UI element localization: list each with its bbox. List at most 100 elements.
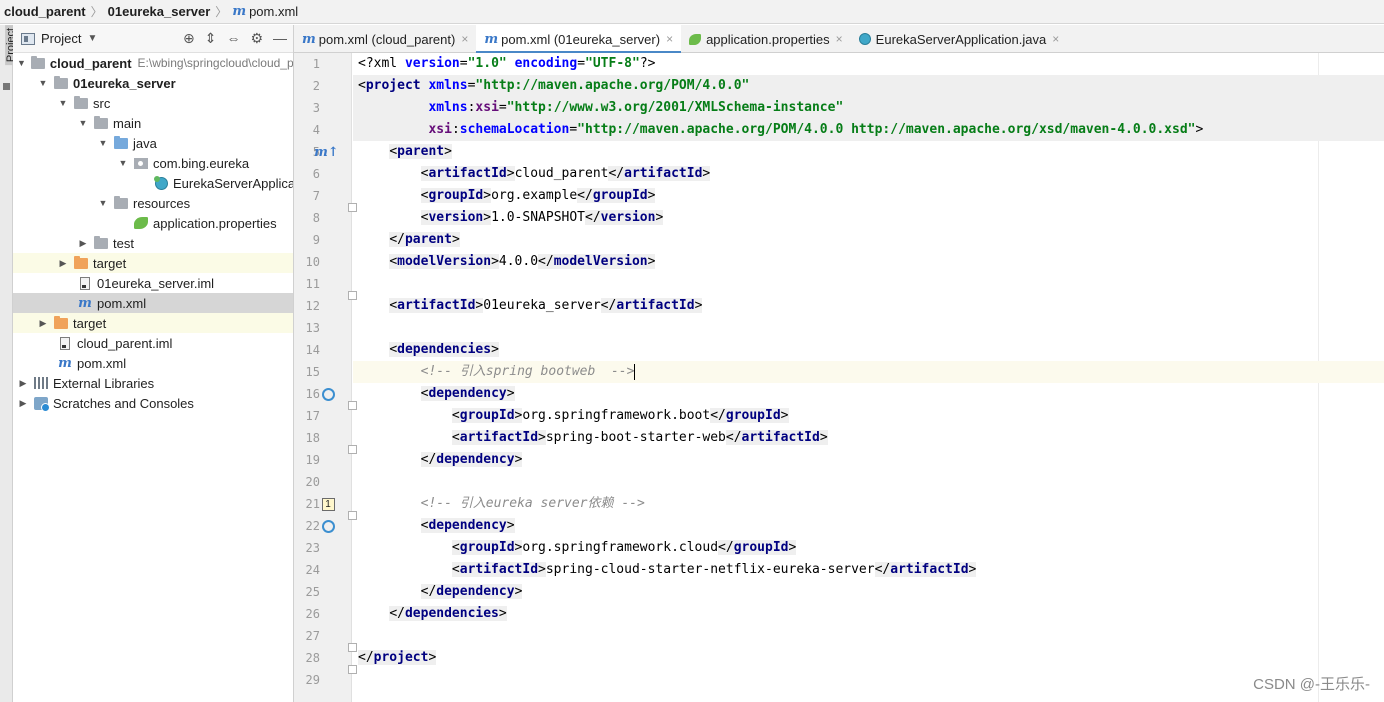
- line-number: 12: [305, 299, 320, 313]
- tab-eureka-server-application[interactable]: EurekaServerApplication.java ×: [851, 25, 1068, 53]
- code-line: <groupId>org.springframework.cloud</grou…: [451, 540, 797, 555]
- tree-node-src[interactable]: ▼ src: [13, 93, 293, 113]
- folder-icon: [53, 75, 69, 90]
- chevron-right-icon[interactable]: ▶: [37, 318, 49, 329]
- code-line: </project>: [358, 650, 437, 665]
- editor-tabs: m pom.xml (cloud_parent) × m pom.xml (01…: [294, 25, 1384, 54]
- tree-node-main[interactable]: ▼ main: [13, 113, 293, 133]
- package-icon: [133, 156, 149, 170]
- maven-icon: m: [484, 31, 499, 47]
- dependency-icon[interactable]: [318, 385, 338, 403]
- locate-icon[interactable]: ⊕: [183, 30, 195, 47]
- editor-gutter: 1 2 3 4 5 6 7 8 9 10 11 12 13 14 15 16 17 18 19 20 21 22 23 24 2…: [294, 53, 357, 702]
- scratches-icon: [33, 396, 50, 412]
- code-line: <!-- 引入eureka server依赖 -->: [420, 496, 645, 511]
- chevron-right-icon[interactable]: ▶: [77, 238, 89, 249]
- line-number: 20: [305, 475, 320, 489]
- hide-icon[interactable]: —: [273, 30, 287, 47]
- tree-node-target-root[interactable]: ▶ target: [13, 313, 293, 333]
- excluded-folder-icon: [53, 315, 69, 330]
- line-number: 23: [305, 541, 320, 555]
- tree-node-scratches[interactable]: ▶ Scratches and Consoles: [13, 393, 293, 413]
- code-line: <dependency>: [420, 518, 515, 533]
- chevron-down-icon[interactable]: ▼: [97, 198, 109, 208]
- tree-node-external-libraries[interactable]: ▶ External Libraries: [13, 373, 293, 393]
- maven-icon: m: [58, 355, 72, 371]
- structure-icon[interactable]: [3, 83, 10, 90]
- libraries-icon: [33, 376, 49, 390]
- line-number: 27: [305, 629, 320, 643]
- project-icon: [21, 32, 35, 45]
- tree-node-module-iml[interactable]: 01eureka_server.iml: [13, 273, 293, 293]
- chevron-down-icon[interactable]: ▼: [57, 98, 69, 108]
- override-parent-icon[interactable]: m↑: [314, 143, 339, 161]
- code-line: <groupId>org.example</groupId>: [420, 188, 656, 203]
- tab-pom-cloud-parent[interactable]: m pom.xml (cloud_parent) ×: [294, 25, 476, 53]
- tree-node-eureka-server-application[interactable]: EurekaServerApplication: [13, 173, 293, 193]
- tree-node-module-pom[interactable]: m pom.xml: [13, 293, 293, 313]
- line-number: 8: [312, 211, 320, 225]
- tab-application-properties[interactable]: application.properties ×: [681, 25, 851, 53]
- project-view-selector[interactable]: Project: [41, 31, 81, 46]
- code-lines[interactable]: <?xml version="1.0" encoding="UTF-8"?> <…: [353, 53, 1384, 691]
- tree-node-application-properties[interactable]: application.properties: [13, 213, 293, 233]
- close-icon[interactable]: ×: [836, 32, 843, 46]
- chevron-down-icon[interactable]: ▼: [17, 58, 26, 68]
- code-line: <artifactId>spring-cloud-starter-netflix…: [451, 562, 977, 577]
- line-number: 25: [305, 585, 320, 599]
- tab-pom-01eureka-server[interactable]: m pom.xml (01eureka_server) ×: [476, 25, 682, 54]
- project-panel-header: Project ▼ ⊕ ⇕ ⇔ ⚙ —: [13, 25, 293, 53]
- chevron-right-icon[interactable]: ▶: [57, 258, 69, 269]
- breadcrumb-file[interactable]: m pom.xml: [232, 4, 298, 19]
- breadcrumb-module[interactable]: 01eureka_server 〉: [108, 3, 233, 20]
- tree-node-java[interactable]: ▼ java: [13, 133, 293, 153]
- chevron-right-icon[interactable]: ▶: [17, 378, 29, 389]
- line-number: 29: [305, 673, 320, 687]
- project-tree: ▼ cloud_parent E:\wbing\springcloud\cloud…: [13, 53, 293, 413]
- expand-all-icon[interactable]: ⇕: [205, 30, 217, 47]
- close-icon[interactable]: ×: [666, 32, 673, 46]
- bookmark-icon[interactable]: 1: [318, 495, 338, 513]
- tree-node-parent-pom[interactable]: m pom.xml: [13, 353, 293, 373]
- excluded-folder-icon: [73, 255, 89, 270]
- chevron-down-icon[interactable]: ▼: [97, 138, 109, 148]
- text-caret: [634, 363, 636, 380]
- chevron-down-icon[interactable]: ▼: [37, 78, 49, 88]
- chevron-down-icon[interactable]: ▼: [77, 118, 89, 128]
- collapse-all-icon[interactable]: ⇔: [226, 30, 240, 47]
- dependency-icon[interactable]: [318, 517, 338, 535]
- tree-node-resources[interactable]: ▼ resources: [13, 193, 293, 213]
- line-number: 11: [305, 277, 320, 291]
- line-number: 18: [305, 431, 320, 445]
- code-line: <modelVersion>4.0.0</modelVersion>: [389, 254, 656, 269]
- close-icon[interactable]: ×: [461, 32, 468, 46]
- chevron-down-icon[interactable]: ▼: [87, 33, 97, 44]
- chevron-right-icon[interactable]: ▶: [17, 398, 29, 409]
- code-line: </dependency>: [420, 452, 523, 467]
- code-line: <dependencies>: [389, 342, 499, 357]
- folder-icon: [93, 115, 109, 130]
- tree-node-test[interactable]: ▶ test: [13, 233, 293, 253]
- tree-node-cloud-parent[interactable]: ▼ cloud_parent E:\wbing\springcloud\cloud…: [13, 53, 293, 73]
- folder-icon: [93, 235, 109, 250]
- line-number: 2: [312, 79, 320, 93]
- tree-node-parent-iml[interactable]: cloud_parent.iml: [13, 333, 293, 353]
- tree-node-package[interactable]: ▼ com.bing.eureka: [13, 153, 293, 173]
- tree-node-01eureka-server[interactable]: ▼ 01eureka_server: [13, 73, 293, 93]
- code-line: <groupId>org.springframework.boot</group…: [451, 408, 789, 423]
- code-editor[interactable]: 1 2 3 4 5 6 7 8 9 10 11 12 13 14 15 16 17 18 19 20 21 22 23 24 2…: [294, 53, 1384, 702]
- code-line: <?xml version="1.0" encoding="UTF-8"?>: [358, 56, 656, 71]
- close-icon[interactable]: ×: [1052, 32, 1059, 46]
- code-line-current: <!-- 引入spring bootweb -->: [353, 361, 1384, 383]
- gear-icon[interactable]: ⚙: [250, 30, 263, 47]
- line-number: 9: [312, 233, 320, 247]
- line-number: 22: [305, 519, 320, 533]
- spring-leaf-icon: [689, 33, 702, 45]
- breadcrumb-project[interactable]: cloud_parent 〉: [4, 3, 108, 20]
- line-number: 6: [312, 167, 320, 181]
- line-number: 19: [305, 453, 320, 467]
- tree-node-target-module[interactable]: ▶ target: [13, 253, 293, 273]
- chevron-down-icon[interactable]: ▼: [117, 158, 129, 168]
